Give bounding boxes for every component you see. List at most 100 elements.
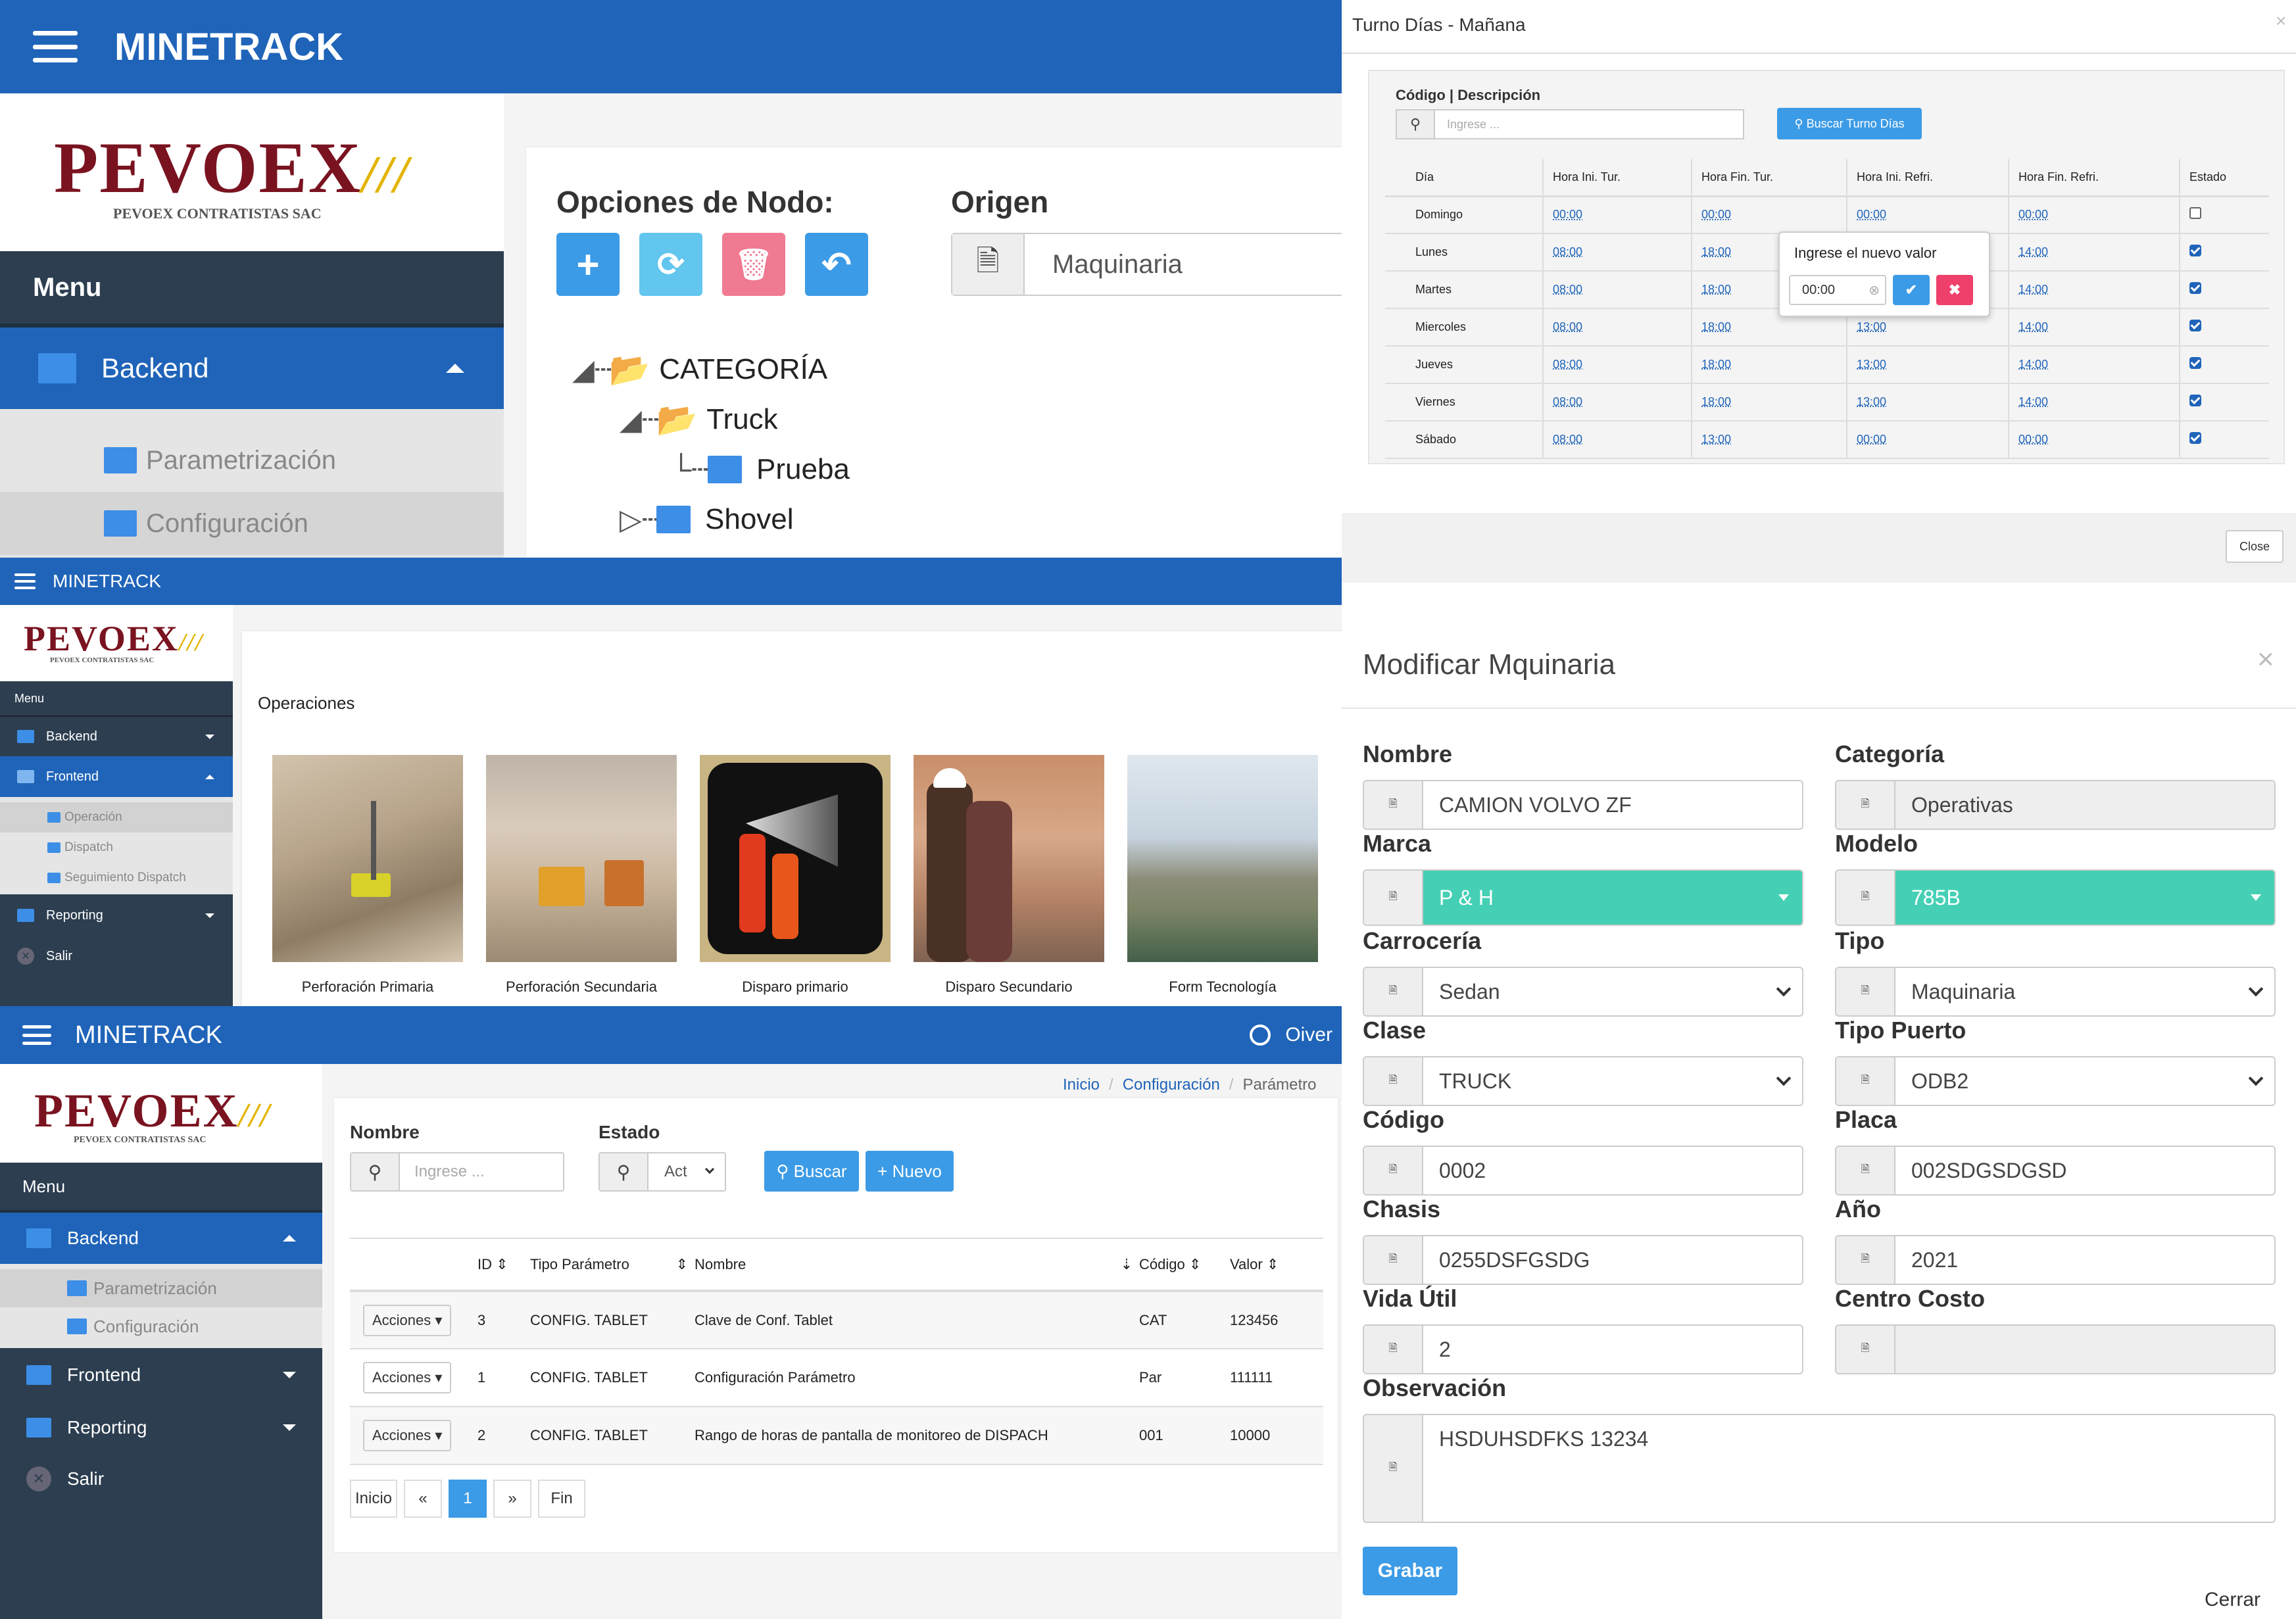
popup-time-input[interactable]: 00:00 ⊗	[1789, 275, 1886, 305]
hora-fin-tur-link[interactable]: 18:00	[1701, 395, 1731, 408]
estado-checkbox[interactable]	[2189, 207, 2201, 220]
close-button-top[interactable]: Close	[2226, 530, 2284, 563]
hora-fin-refri-link[interactable]: 14:00	[2018, 395, 2048, 408]
hora-fin-tur-link[interactable]: 13:00	[1701, 433, 1731, 446]
sidebar-item-configuracion[interactable]: Configuración	[0, 1307, 322, 1345]
hora-fin-tur-link[interactable]: 00:00	[1701, 208, 1731, 221]
sidebar-item-seguimiento[interactable]: Seguimiento Dispatch	[0, 863, 233, 893]
chasis-input[interactable]: 0255DSFGSDG	[1423, 1236, 1802, 1284]
hora-ini-refri-link[interactable]: 13:00	[1857, 320, 1886, 333]
undo-node-button[interactable]: ↶	[805, 233, 868, 296]
estado-checkbox[interactable]	[2189, 320, 2201, 331]
estado-checkbox[interactable]	[2189, 357, 2201, 369]
categoria-input[interactable]: Operativas	[1895, 781, 2274, 829]
modelo-select[interactable]: 785B	[1895, 871, 2274, 925]
breadcrumb-configuracion[interactable]: Configuración	[1123, 1076, 1220, 1094]
sidebar-item-parametrizacion[interactable]: Parametrización	[0, 429, 504, 492]
page-last[interactable]: Fin	[538, 1480, 585, 1518]
nuevo-button[interactable]: + Nuevo	[866, 1151, 954, 1192]
grabar-button[interactable]: Grabar	[1363, 1547, 1457, 1595]
user-name[interactable]: Oiver	[1285, 1024, 1332, 1046]
hora-fin-refri-link[interactable]: 00:00	[2018, 208, 2048, 221]
codigo-input[interactable]: 0002	[1423, 1147, 1802, 1194]
hora-ini-refri-link[interactable]: 00:00	[1857, 433, 1886, 446]
sidebar-item-backend[interactable]: Backend	[0, 324, 504, 409]
col-tipo[interactable]: Tipo Parámetro ⇕	[530, 1238, 695, 1292]
estado-checkbox[interactable]	[2189, 395, 2201, 406]
hora-fin-tur-link[interactable]: 18:00	[1701, 358, 1731, 371]
cancel-button[interactable]: ✖	[1936, 275, 1973, 305]
col-id[interactable]: ID ⇕	[477, 1238, 530, 1292]
hora-fin-refri-link[interactable]: 00:00	[2018, 433, 2048, 446]
hora-ini-refri-link[interactable]: 13:00	[1857, 358, 1886, 371]
carroceria-select[interactable]: Sedan	[1423, 968, 1802, 1015]
hora-ini-tur-link[interactable]: 08:00	[1553, 395, 1582, 408]
sidebar-item-reporting[interactable]: Reporting	[0, 894, 233, 936]
hamburger-icon[interactable]	[14, 573, 36, 589]
observacion-textarea[interactable]: HSDUHSDFKS 13234	[1423, 1415, 2274, 1522]
sidebar-item-configuracion[interactable]: Configuración	[0, 492, 504, 555]
sidebar-item-salir[interactable]: ✕ Salir	[0, 1453, 322, 1505]
card-disparo-primario-image[interactable]	[700, 755, 891, 962]
acciones-dropdown[interactable]: Acciones ▾	[363, 1420, 452, 1451]
delete-node-button[interactable]: 🗑	[722, 233, 785, 296]
page-prev[interactable]: «	[404, 1480, 442, 1518]
page-next[interactable]: »	[493, 1480, 531, 1518]
placa-input[interactable]: 002SDGSDGSD	[1895, 1147, 2274, 1194]
anio-input[interactable]: 2021	[1895, 1236, 2274, 1284]
estado-checkbox[interactable]	[2189, 282, 2201, 294]
hora-ini-tur-link[interactable]: 08:00	[1553, 245, 1582, 258]
centro-costo-input[interactable]	[1895, 1326, 2274, 1373]
vida-util-input[interactable]: 2	[1423, 1326, 1802, 1373]
tree-node-truck[interactable]: ◢┄ 📂 Truck	[572, 395, 850, 445]
hora-fin-refri-link[interactable]: 14:00	[2018, 245, 2048, 258]
nombre-search-input[interactable]: ⚲ Ingrese ...	[350, 1152, 564, 1192]
buscar-turno-button[interactable]: ⚲ Buscar Turno Días	[1777, 108, 1922, 139]
estado-checkbox[interactable]	[2189, 245, 2201, 256]
sidebar-item-frontend[interactable]: Frontend	[0, 756, 233, 797]
add-node-button[interactable]: +	[556, 233, 620, 296]
col-nombre[interactable]: Nombre ⇣	[695, 1238, 1139, 1292]
sidebar-item-reporting[interactable]: Reporting	[0, 1402, 322, 1453]
tree-node-prueba[interactable]: └┄ Prueba	[572, 445, 850, 495]
hora-ini-tur-link[interactable]: 08:00	[1553, 358, 1582, 371]
sidebar-item-backend[interactable]: Backend	[0, 1210, 322, 1264]
page-first[interactable]: Inicio	[350, 1480, 397, 1518]
sidebar-item-backend[interactable]: Backend	[0, 715, 233, 756]
hora-fin-refri-link[interactable]: 14:00	[2018, 283, 2048, 296]
hora-fin-tur-link[interactable]: 18:00	[1701, 245, 1731, 258]
card-perforacion-primaria-image[interactable]	[272, 755, 463, 962]
estado-checkbox[interactable]	[2189, 432, 2201, 444]
hamburger-icon[interactable]	[22, 1025, 51, 1045]
sidebar-item-parametrizacion[interactable]: Parametrización	[0, 1269, 322, 1307]
close-icon[interactable]: ×	[2257, 643, 2274, 676]
marca-select[interactable]: P & H	[1423, 871, 1802, 925]
hora-fin-tur-link[interactable]: 18:00	[1701, 320, 1731, 333]
tree-node-categoria[interactable]: ◢┄ 📂 CATEGORÍA	[572, 345, 850, 395]
card-form-tecnologia-image[interactable]	[1127, 755, 1318, 962]
hora-fin-tur-link[interactable]: 18:00	[1701, 283, 1731, 296]
tree-node-shovel[interactable]: ▷┄ Shovel	[572, 495, 850, 544]
tipo-puerto-select[interactable]: ODB2	[1895, 1057, 2274, 1105]
hora-ini-tur-link[interactable]: 08:00	[1553, 433, 1582, 446]
origen-select[interactable]: 🗎 Maquinaria	[951, 233, 1342, 296]
tipo-select[interactable]: Maquinaria	[1895, 968, 2274, 1015]
close-icon[interactable]: ×	[2276, 11, 2286, 32]
sidebar-item-salir[interactable]: ✕ Salir	[0, 936, 233, 976]
hora-fin-refri-link[interactable]: 14:00	[2018, 320, 2048, 333]
hora-fin-refri-link[interactable]: 14:00	[2018, 358, 2048, 371]
card-disparo-secundario-image[interactable]	[914, 755, 1104, 962]
sidebar-item-operacion[interactable]: Operación	[0, 802, 233, 833]
breadcrumb-inicio[interactable]: Inicio	[1063, 1076, 1100, 1094]
refresh-node-button[interactable]: ⟳	[639, 233, 702, 296]
buscar-button[interactable]: ⚲ Buscar	[764, 1151, 859, 1192]
clase-select[interactable]: TRUCK	[1423, 1057, 1802, 1105]
sidebar-item-frontend[interactable]: Frontend	[0, 1348, 322, 1402]
hamburger-icon[interactable]	[33, 31, 78, 62]
confirm-button[interactable]: ✔	[1893, 275, 1930, 305]
acciones-dropdown[interactable]: Acciones ▾	[363, 1362, 452, 1393]
col-valor[interactable]: Valor ⇕	[1230, 1238, 1323, 1292]
cerrar-button[interactable]: Cerrar	[2205, 1589, 2260, 1611]
sidebar-item-dispatch[interactable]: Dispatch	[0, 833, 233, 863]
hora-ini-tur-link[interactable]: 08:00	[1553, 320, 1582, 333]
